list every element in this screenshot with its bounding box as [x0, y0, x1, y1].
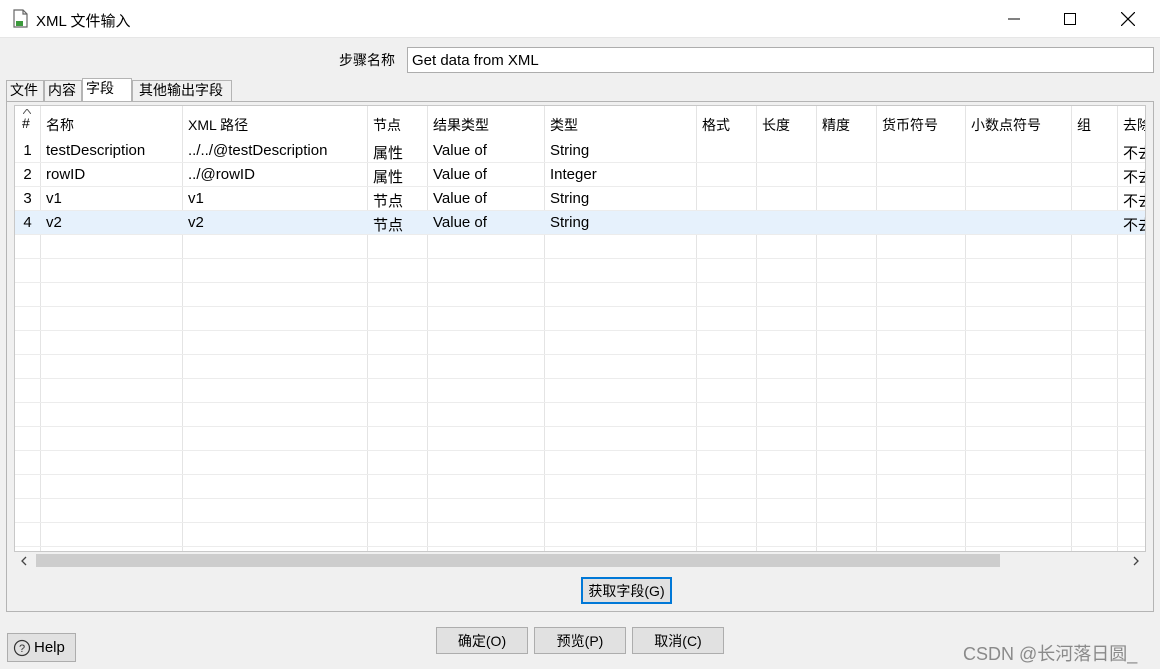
- header-group[interactable]: 组: [1077, 115, 1091, 135]
- close-button[interactable]: [1099, 0, 1157, 38]
- document-icon: [13, 9, 28, 28]
- cell-xpath[interactable]: ../../@testDescription: [188, 142, 327, 159]
- header-result-type[interactable]: 结果类型: [433, 115, 489, 135]
- header-xpath[interactable]: XML 路径: [188, 115, 248, 135]
- title-bar: XML 文件输入: [0, 0, 1160, 38]
- empty-row[interactable]: [15, 259, 1145, 283]
- table-header: # 名称 XML 路径 节点 结果类型 类型 格式 长度 精度 货币符号 小数点…: [15, 106, 1145, 139]
- scroll-right-button[interactable]: [1126, 552, 1146, 569]
- help-button[interactable]: ? Help: [7, 633, 76, 662]
- minimize-icon: [1008, 18, 1020, 20]
- cell-node[interactable]: 属性: [373, 166, 403, 187]
- get-fields-button[interactable]: 获取字段(G): [581, 577, 672, 604]
- empty-row[interactable]: [15, 307, 1145, 331]
- header-type[interactable]: 类型: [550, 115, 578, 135]
- table-row[interactable]: 2 rowID ../@rowID 属性 Value of Integer 不去: [15, 163, 1145, 187]
- header-trim[interactable]: 去除: [1123, 115, 1145, 135]
- header-currency[interactable]: 货币符号: [882, 115, 938, 135]
- empty-row[interactable]: [15, 475, 1145, 499]
- cell-type[interactable]: String: [550, 190, 589, 207]
- fields-panel: # 名称 XML 路径 节点 结果类型 类型 格式 长度 精度 货币符号 小数点…: [6, 101, 1154, 612]
- tab-other-output-fields[interactable]: 其他输出字段: [132, 80, 232, 101]
- cell-trim[interactable]: 不去: [1123, 166, 1145, 187]
- help-icon: ?: [13, 639, 31, 656]
- cell-trim[interactable]: 不去: [1123, 190, 1145, 211]
- table-row[interactable]: 1 testDescription ../../@testDescription…: [15, 139, 1145, 163]
- row-number: 4: [23, 214, 32, 231]
- watermark: CSDN @长河落日圆_: [963, 644, 1138, 664]
- minimize-button[interactable]: [985, 0, 1043, 38]
- empty-row[interactable]: [15, 235, 1145, 259]
- close-icon: [1121, 12, 1135, 26]
- header-num[interactable]: #: [22, 115, 30, 131]
- empty-row[interactable]: [15, 331, 1145, 355]
- empty-row[interactable]: [15, 379, 1145, 403]
- tab-fields[interactable]: 字段: [82, 78, 132, 102]
- cell-result-type[interactable]: Value of: [433, 166, 487, 183]
- chevron-left-icon: [21, 556, 27, 565]
- window-title: XML 文件输入: [36, 13, 131, 30]
- cell-name[interactable]: v1: [46, 190, 62, 207]
- row-number: 3: [23, 190, 32, 207]
- cell-type[interactable]: String: [550, 142, 589, 159]
- cell-name[interactable]: v2: [46, 214, 62, 231]
- header-precision[interactable]: 精度: [822, 115, 850, 135]
- empty-row[interactable]: [15, 283, 1145, 307]
- cell-node[interactable]: 节点: [373, 214, 403, 235]
- preview-button[interactable]: 预览(P): [534, 627, 626, 654]
- maximize-button[interactable]: [1041, 0, 1099, 38]
- empty-row[interactable]: [15, 355, 1145, 379]
- cell-trim[interactable]: 不去: [1123, 214, 1145, 235]
- table-row[interactable]: 3 v1 v1 节点 Value of String 不去: [15, 187, 1145, 211]
- empty-row[interactable]: [15, 403, 1145, 427]
- cell-result-type[interactable]: Value of: [433, 214, 487, 231]
- sort-up-icon[interactable]: [23, 109, 31, 114]
- tab-content[interactable]: 内容: [44, 80, 82, 101]
- row-number: 2: [23, 166, 32, 183]
- svg-text:?: ?: [19, 643, 25, 655]
- maximize-icon: [1064, 13, 1076, 25]
- cell-name[interactable]: rowID: [46, 166, 85, 183]
- help-label: Help: [34, 639, 65, 656]
- header-format[interactable]: 格式: [702, 115, 730, 135]
- empty-row[interactable]: [15, 523, 1145, 547]
- empty-row[interactable]: [15, 451, 1145, 475]
- empty-row[interactable]: [15, 499, 1145, 523]
- tab-file[interactable]: 文件: [6, 80, 44, 101]
- header-length[interactable]: 长度: [762, 115, 790, 135]
- scrollbar-thumb[interactable]: [36, 554, 1000, 567]
- cell-xpath[interactable]: ../@rowID: [188, 166, 255, 183]
- cell-result-type[interactable]: Value of: [433, 142, 487, 159]
- ok-button[interactable]: 确定(O): [436, 627, 528, 654]
- cell-type[interactable]: String: [550, 214, 589, 231]
- header-name[interactable]: 名称: [46, 115, 74, 135]
- empty-row[interactable]: [15, 427, 1145, 451]
- cell-trim[interactable]: 不去: [1123, 142, 1145, 163]
- step-name-input[interactable]: [407, 47, 1154, 73]
- table-row-selected[interactable]: 4 v2 v2 节点 Value of String 不去: [15, 211, 1145, 235]
- cell-name[interactable]: testDescription: [46, 142, 145, 159]
- step-name-label: 步骤名称: [339, 52, 395, 68]
- scroll-left-button[interactable]: [14, 552, 34, 569]
- cell-xpath[interactable]: v1: [188, 190, 204, 207]
- row-number: 1: [23, 142, 32, 159]
- fields-table[interactable]: # 名称 XML 路径 节点 结果类型 类型 格式 长度 精度 货币符号 小数点…: [14, 105, 1146, 552]
- cell-xpath[interactable]: v2: [188, 214, 204, 231]
- cancel-button[interactable]: 取消(C): [632, 627, 724, 654]
- header-node[interactable]: 节点: [373, 115, 401, 135]
- cell-node[interactable]: 属性: [373, 142, 403, 163]
- cell-node[interactable]: 节点: [373, 190, 403, 211]
- horizontal-scrollbar[interactable]: [14, 552, 1146, 569]
- cell-result-type[interactable]: Value of: [433, 190, 487, 207]
- chevron-right-icon: [1133, 556, 1139, 565]
- cell-type[interactable]: Integer: [550, 166, 597, 183]
- header-decimal[interactable]: 小数点符号: [971, 115, 1041, 135]
